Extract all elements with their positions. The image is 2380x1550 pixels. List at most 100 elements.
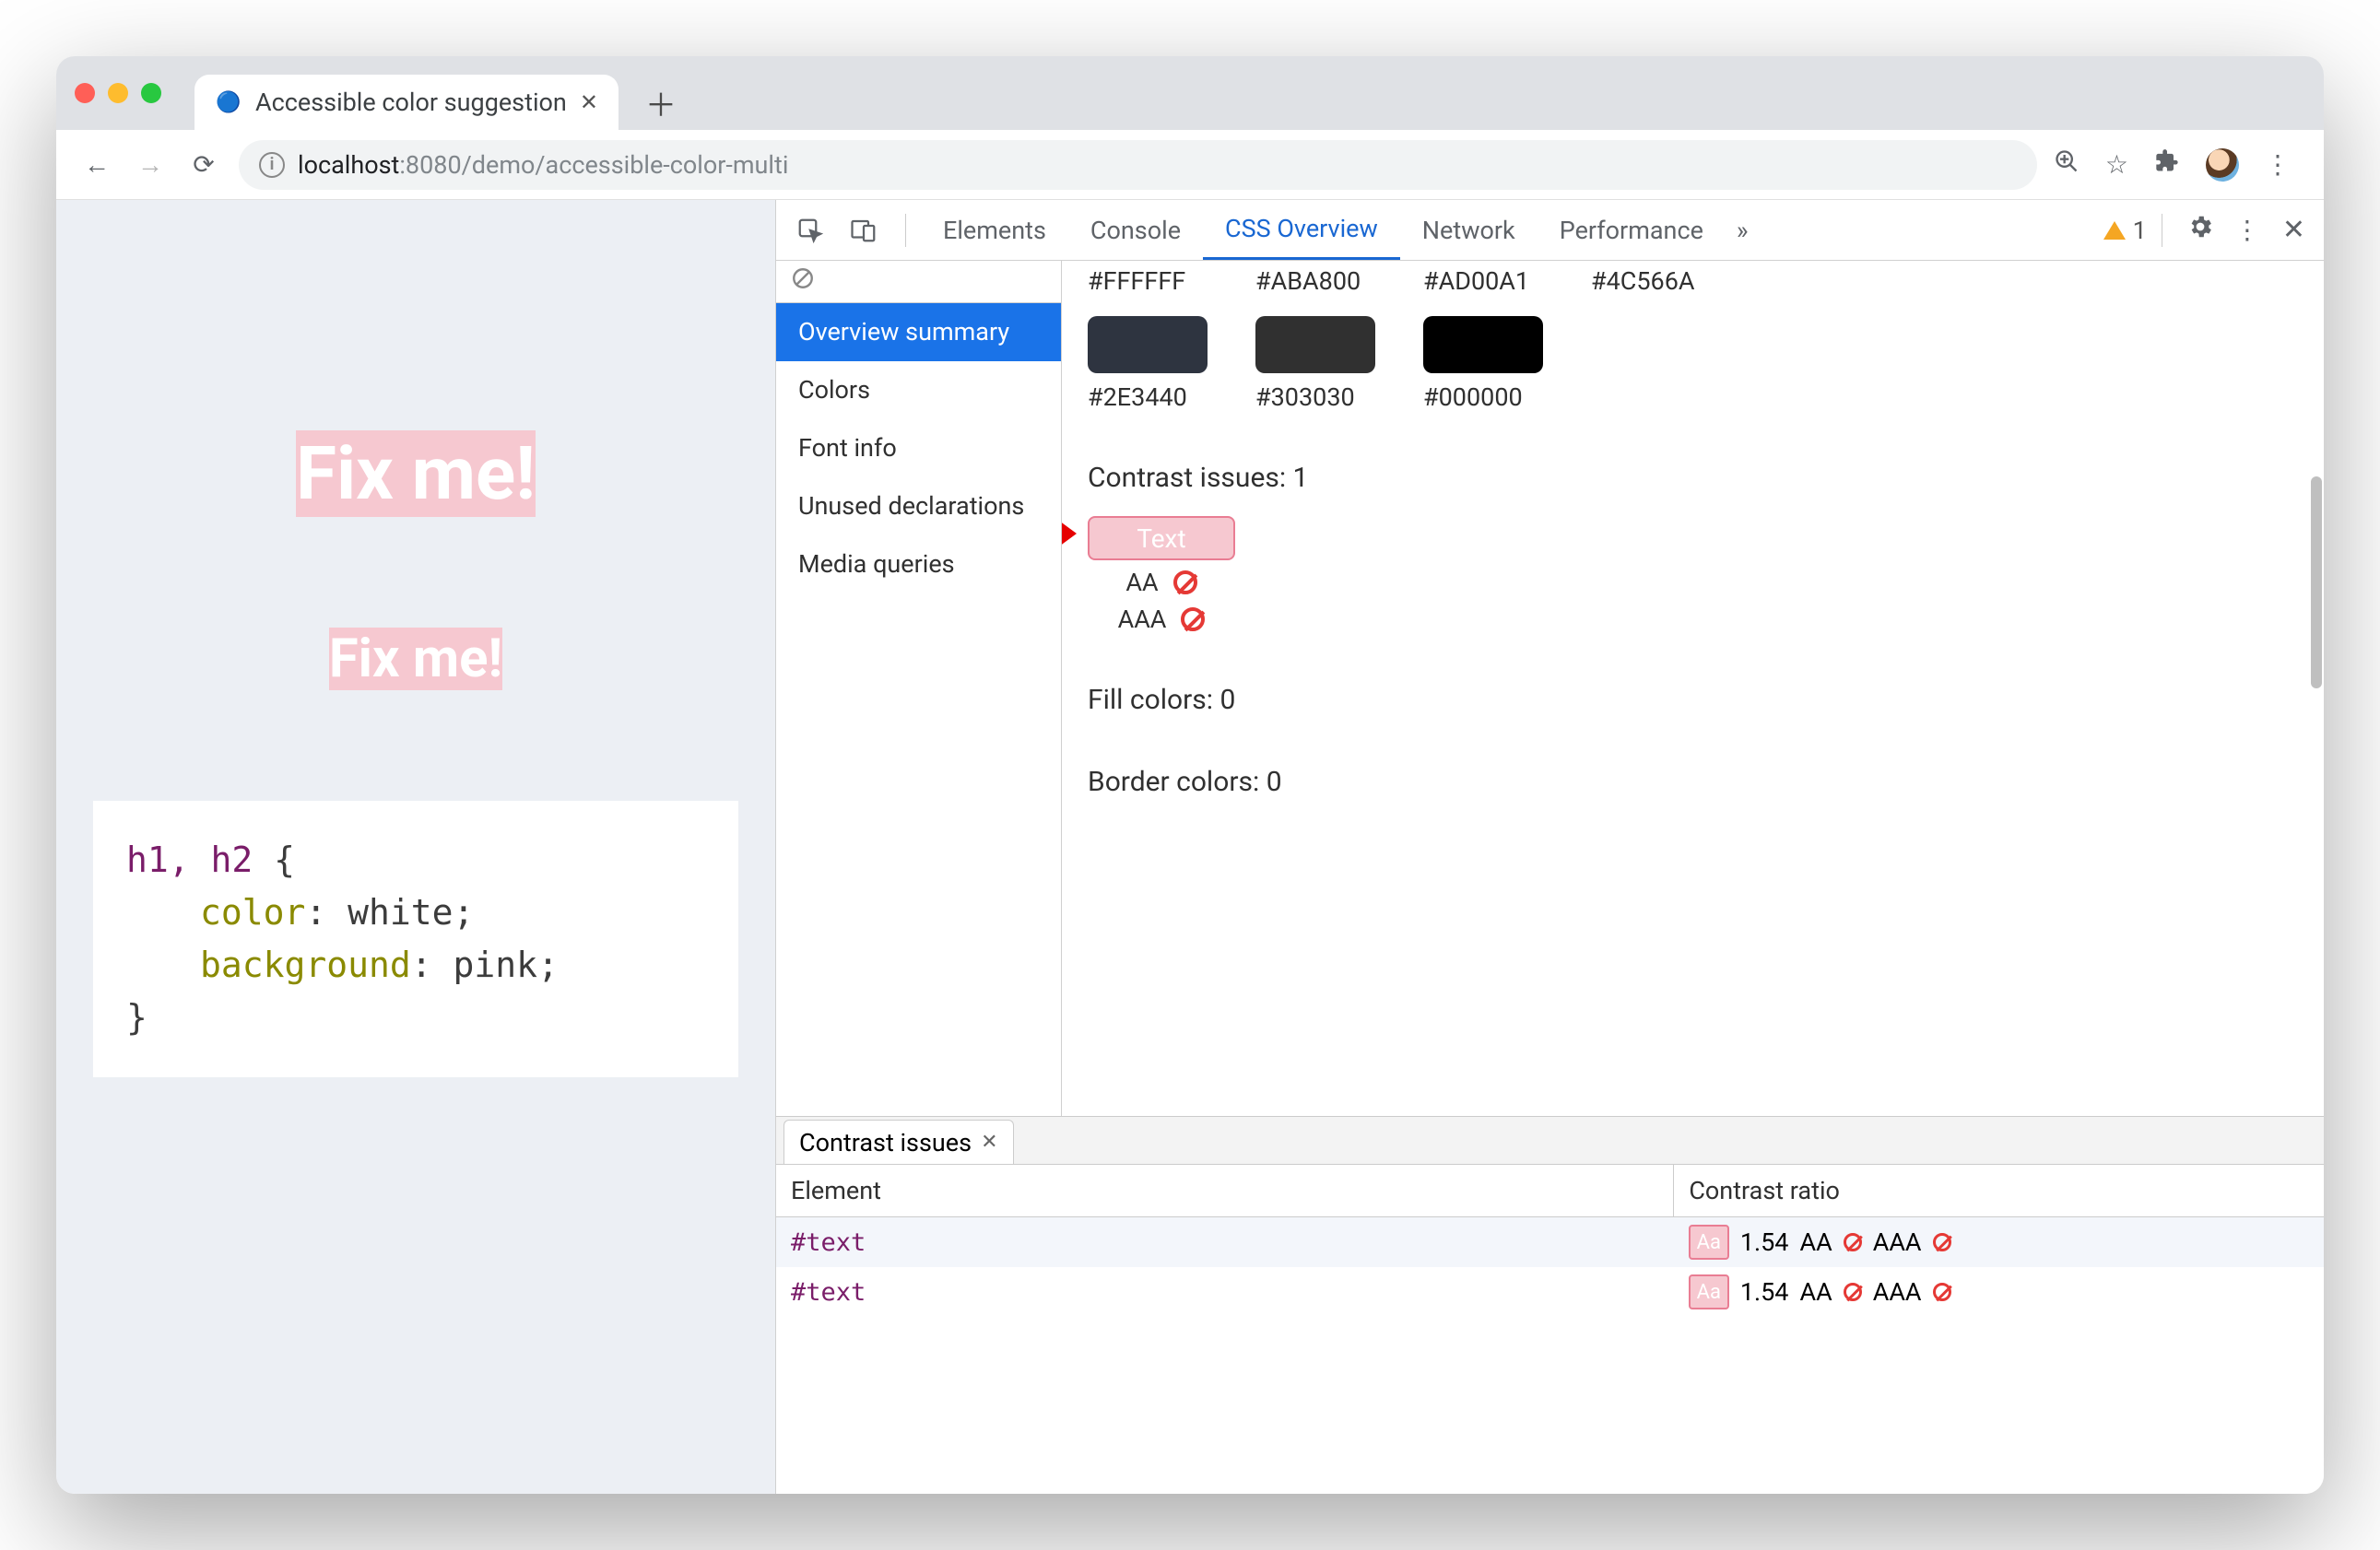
back-button[interactable]: ←	[78, 147, 115, 183]
aa-label: AA	[1799, 1227, 1832, 1257]
fail-icon	[1844, 1283, 1862, 1301]
swatch-box	[1255, 316, 1375, 373]
page-heading-1: Fix me!	[296, 430, 536, 517]
code-val-color: white	[348, 892, 453, 933]
contrast-issues-table: Element Contrast ratio #textAa1.54AAAAA#…	[776, 1165, 2324, 1494]
browser-menu-kebab-icon[interactable]: ⋮	[2265, 149, 2291, 180]
swatch-box	[1423, 316, 1543, 373]
aaa-label: AAA	[1873, 1227, 1922, 1257]
devtools: Elements Console CSS Overview Network Pe…	[775, 200, 2324, 1494]
devtools-more-tabs-icon[interactable]: »	[1726, 216, 1760, 245]
element-link[interactable]: #text	[791, 1278, 866, 1307]
sidebar-item-font-info[interactable]: Font info	[776, 419, 1061, 477]
code-prop-color: color	[200, 892, 305, 933]
warning-count: 1	[2133, 216, 2147, 245]
code-prop-bg: background	[200, 945, 411, 985]
new-tab-button[interactable]: ＋	[633, 75, 689, 130]
devtools-settings-icon[interactable]	[2177, 213, 2223, 247]
inspect-element-icon[interactable]	[784, 200, 837, 260]
browser-tab[interactable]: 🔵 Accessible color suggestion ✕	[194, 75, 619, 130]
css-overview-sidebar: Overview summary Colors Font info Unused…	[776, 261, 1062, 1116]
fail-icon	[1844, 1233, 1862, 1251]
address-bar[interactable]: i localhost:8080/demo/accessible-color-m…	[239, 140, 2037, 190]
color-row-labels: #FFFFFF #ABA800 #AD00A1 #4C566A	[1088, 266, 2298, 296]
swatch-box	[1088, 316, 1208, 373]
device-toggle-icon[interactable]	[837, 200, 890, 260]
favicon-icon: 🔵	[215, 88, 242, 116]
minimize-window-button[interactable]	[108, 83, 128, 103]
clear-overview-icon[interactable]	[791, 266, 815, 297]
fail-icon	[1933, 1283, 1951, 1301]
contrast-swatch-icon: Aa	[1689, 1274, 1729, 1309]
url-host: localhost	[298, 150, 399, 180]
close-window-button[interactable]	[75, 83, 95, 103]
contrast-ratio-value: 1.54	[1740, 1277, 1789, 1307]
devtools-menu-kebab-icon[interactable]: ⋮	[2223, 215, 2271, 245]
table-row[interactable]: #textAa1.54AAAAA	[776, 1267, 2324, 1317]
sidebar-item-media-queries[interactable]: Media queries	[776, 535, 1061, 593]
color-label: #4C566A	[1591, 266, 1711, 296]
site-info-icon[interactable]: i	[259, 152, 285, 178]
close-tab-icon[interactable]: ✕	[580, 89, 598, 115]
forward-button[interactable]: →	[132, 147, 169, 183]
contrast-swatch-icon: Aa	[1689, 1225, 1729, 1260]
zoom-icon[interactable]	[2054, 148, 2080, 181]
fullscreen-window-button[interactable]	[141, 83, 161, 103]
devtools-tab-performance[interactable]: Performance	[1538, 200, 1726, 260]
swatch-label: #000000	[1423, 382, 1543, 412]
color-swatch[interactable]: #303030	[1255, 316, 1375, 412]
extensions-icon[interactable]	[2154, 148, 2180, 181]
code-val-bg: pink	[454, 945, 538, 985]
tab-strip: 🔵 Accessible color suggestion ✕ ＋	[56, 56, 2324, 130]
color-label: #FFFFFF	[1088, 266, 1208, 296]
color-label: #AD00A1	[1423, 266, 1543, 296]
devtools-tab-elements[interactable]: Elements	[921, 200, 1068, 260]
swatch-label: #303030	[1255, 382, 1375, 412]
element-link[interactable]: #text	[791, 1228, 866, 1257]
contrast-ratio-value: 1.54	[1740, 1227, 1789, 1257]
devtools-tab-console[interactable]: Console	[1068, 200, 1203, 260]
fail-icon	[1181, 607, 1205, 631]
swatch-label: #2E3440	[1088, 382, 1208, 412]
contrast-issues-heading: Contrast issues: 1	[1088, 462, 2298, 494]
table-header-element[interactable]: Element	[776, 1165, 1674, 1217]
url-port: :8080	[399, 150, 461, 180]
url-path: /demo/accessible-color-multi	[462, 150, 789, 180]
contrast-aaa-label: AAA	[1118, 605, 1167, 634]
devtools-drawer: Contrast issues ✕ Element Contrast ra	[776, 1116, 2324, 1494]
drawer-tab-contrast-issues[interactable]: Contrast issues ✕	[784, 1120, 1014, 1164]
page-heading-2: Fix me!	[329, 628, 502, 690]
color-swatch[interactable]: #000000	[1423, 316, 1543, 412]
code-selector: h1, h2	[126, 840, 253, 880]
bookmark-star-icon[interactable]: ☆	[2105, 149, 2128, 180]
devtools-toolbar: Elements Console CSS Overview Network Pe…	[776, 200, 2324, 261]
drawer-tab-label: Contrast issues	[799, 1128, 972, 1157]
fill-colors-heading: Fill colors: 0	[1088, 684, 2298, 716]
window-controls[interactable]	[75, 56, 161, 130]
table-header-contrast-ratio[interactable]: Contrast ratio	[1674, 1165, 2324, 1217]
border-colors-heading: Border colors: 0	[1088, 766, 2298, 798]
reload-button[interactable]: ⟳	[185, 147, 222, 183]
color-swatch-row: #2E3440 #303030 #000000	[1088, 316, 2298, 412]
tab-title: Accessible color suggestion	[255, 88, 567, 117]
devtools-tab-css-overview[interactable]: CSS Overview	[1203, 200, 1400, 260]
sidebar-item-overview-summary[interactable]: Overview summary	[776, 303, 1061, 361]
profile-avatar[interactable]	[2206, 148, 2239, 182]
annotation-arrow-icon	[1062, 511, 1075, 555]
browser-window: 🔵 Accessible color suggestion ✕ ＋ ← → ⟳ …	[56, 56, 2324, 1494]
table-row[interactable]: #textAa1.54AAAAA	[776, 1217, 2324, 1268]
aa-label: AA	[1799, 1277, 1832, 1307]
contrast-issue-item[interactable]: Text AA AAA	[1088, 516, 1235, 634]
contrast-aa-label: AA	[1125, 568, 1158, 597]
color-swatch[interactable]: #2E3440	[1088, 316, 1208, 412]
fail-icon	[1173, 570, 1197, 594]
close-drawer-tab-icon[interactable]: ✕	[981, 1131, 997, 1154]
color-label: #ABA800	[1255, 266, 1375, 296]
devtools-warnings-badge[interactable]: 1	[2103, 216, 2147, 245]
warning-icon	[2103, 221, 2126, 240]
devtools-tab-network[interactable]: Network	[1400, 200, 1538, 260]
devtools-close-icon[interactable]: ✕	[2271, 214, 2316, 246]
css-overview-main: #FFFFFF #ABA800 #AD00A1 #4C566A #2E3440#…	[1062, 261, 2324, 1116]
sidebar-item-colors[interactable]: Colors	[776, 361, 1061, 419]
sidebar-item-unused-declarations[interactable]: Unused declarations	[776, 477, 1061, 535]
